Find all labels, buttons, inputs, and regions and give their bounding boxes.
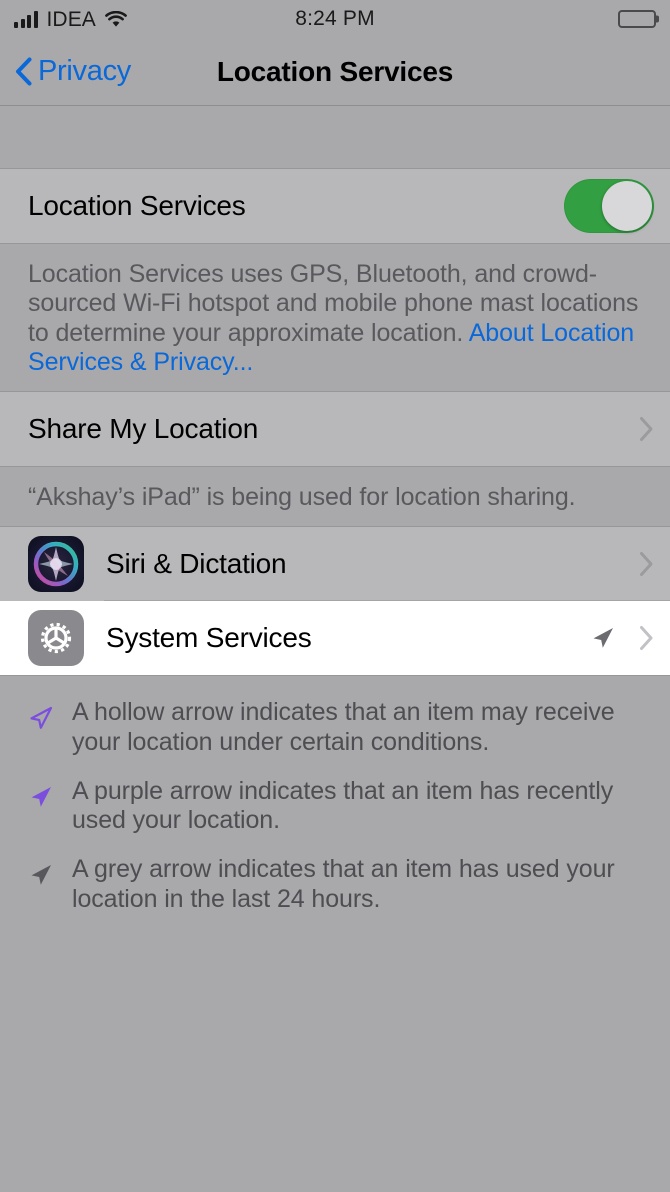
wifi-icon: [105, 10, 127, 28]
legend-text: A purple arrow indicates that an item ha…: [72, 776, 614, 834]
location-services-screen: IDEA 8:24 PM Privacy Location Services L…: [0, 0, 670, 1192]
status-bar-right: [618, 10, 656, 28]
chevron-right-icon: [639, 551, 654, 577]
back-button[interactable]: Privacy: [0, 55, 131, 88]
status-bar: IDEA 8:24 PM: [0, 0, 670, 38]
apps-group: Siri & Dictation System Services: [0, 526, 670, 677]
status-bar-left: IDEA: [14, 9, 127, 30]
settings-content: Location Services Location Services uses…: [0, 106, 670, 1192]
cellular-signal-icon: [14, 10, 38, 28]
legend-item: A purple arrow indicates that an item ha…: [24, 777, 646, 836]
legend-item: A grey arrow indicates that an item has …: [24, 855, 646, 914]
location-services-label: Location Services: [28, 190, 246, 221]
chevron-left-icon: [15, 57, 32, 86]
row-siri-and-dictation[interactable]: Siri & Dictation: [0, 527, 670, 602]
battery-icon: [618, 10, 656, 28]
filled-purple-arrow-icon: [24, 777, 58, 811]
row-accessory: [564, 179, 654, 233]
section-gap-top: [0, 106, 670, 168]
filled-grey-arrow-icon: [24, 855, 58, 889]
legend-text: A grey arrow indicates that an item has …: [72, 855, 615, 913]
location-services-toggle-group: Location Services: [0, 168, 670, 244]
row-system-services[interactable]: System Services: [0, 601, 670, 676]
chevron-right-icon: [639, 416, 654, 442]
legend-item: A hollow arrow indicates that an item ma…: [24, 698, 646, 757]
siri-and-dictation-label: Siri & Dictation: [106, 548, 287, 580]
row-accessory: [589, 624, 654, 652]
switch-knob: [602, 181, 652, 231]
location-services-toggle-row[interactable]: Location Services: [0, 169, 670, 243]
share-my-location-footer: “Akshay’s iPad” is being used for locati…: [28, 483, 576, 511]
share-my-location-label: Share My Location: [28, 413, 259, 444]
grey-filled-arrow-icon: [589, 624, 617, 652]
hollow-purple-arrow-icon: [24, 698, 58, 732]
chevron-right-icon: [639, 625, 654, 651]
carrier-label: IDEA: [46, 7, 96, 31]
location-services-switch[interactable]: [564, 179, 654, 233]
share-my-location-group: Share My Location: [0, 391, 670, 467]
siri-app-icon: [28, 536, 84, 593]
location-services-description: Location Services uses GPS, Bluetooth, a…: [0, 244, 670, 391]
arrow-legend: A hollow arrow indicates that an item ma…: [0, 676, 670, 914]
share-my-location-row[interactable]: Share My Location: [0, 392, 670, 466]
system-services-label: System Services: [106, 622, 312, 654]
legend-text: A hollow arrow indicates that an item ma…: [72, 698, 615, 756]
row-accessory: [639, 551, 654, 577]
back-button-label: Privacy: [38, 55, 131, 87]
gear-app-icon: [28, 610, 84, 667]
row-accessory: [639, 416, 654, 442]
navigation-bar: Privacy Location Services: [0, 38, 670, 106]
